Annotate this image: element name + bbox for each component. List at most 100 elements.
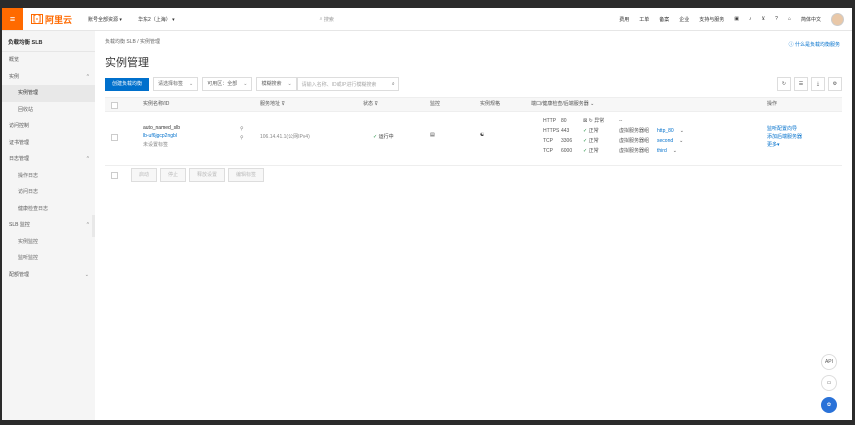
- chevron-down-icon[interactable]: ⌄: [680, 126, 684, 136]
- select-all-checkbox[interactable]: [111, 102, 118, 109]
- help-icon[interactable]: ?: [775, 16, 778, 22]
- edit-pin-icon[interactable]: ⚲: [240, 126, 244, 132]
- top-link-enterprise[interactable]: 企业: [679, 16, 689, 23]
- search-icon: ⌕: [319, 16, 323, 22]
- start-button[interactable]: 启动: [131, 168, 158, 182]
- listener-row: TCP 3306 ✓ 正常 虚拟服务器组 second ⌄: [543, 136, 684, 146]
- bell-icon[interactable]: ♪: [749, 16, 752, 22]
- service-address: 106.14.41.1(公网IPv4): [260, 134, 310, 140]
- listener-row: TCP 6000 ✓ 正常 虚拟服务器组 third ⌄: [543, 146, 677, 156]
- top-link-fee[interactable]: 费用: [619, 16, 629, 23]
- backend-link[interactable]: third: [657, 146, 667, 156]
- listener-list: HTTP 80 ⊠ ↻ 异常 -- HTTPS 443 ✓ 正常 虚拟服务器组 ht…: [543, 116, 693, 156]
- sidebar-item-overview[interactable]: 概览: [2, 52, 95, 69]
- search-type-select[interactable]: 模糊搜索 ⌄: [256, 77, 297, 91]
- tag-pin-icon[interactable]: ⚲: [240, 135, 244, 141]
- sidebar: 负载均衡 SLB 概览 实例 ^ 实例管理 回收站 访问控制 证书管理 日志管理 ^…: [2, 31, 95, 420]
- api-button[interactable]: API: [821, 354, 837, 370]
- monitor-icon[interactable]: ▤: [430, 132, 435, 138]
- sidebar-item-oplog[interactable]: 操作日志: [2, 168, 95, 185]
- gear-icon[interactable]: ⚙: [828, 77, 842, 91]
- language-selector[interactable]: 简体中文: [801, 16, 821, 23]
- create-slb-button[interactable]: 创建负载均衡: [105, 77, 150, 91]
- chevron-up-icon: ^: [86, 222, 89, 228]
- workspace-selector[interactable]: 账号全部资源 ▾: [88, 16, 122, 23]
- aliyun-logo[interactable]: [-] 阿里云: [31, 13, 72, 26]
- chevron-down-icon: ⌄: [84, 271, 89, 278]
- logo-mark: [-]: [31, 14, 43, 24]
- sidebar-item-accesslog[interactable]: 访问日志: [2, 184, 95, 201]
- global-search[interactable]: ⌕ 搜索: [320, 16, 334, 23]
- zone-filter-select[interactable]: 可用区：全部 ⌄: [202, 77, 253, 91]
- top-link-ticket[interactable]: 工单: [639, 16, 649, 23]
- home-icon[interactable]: ⌂: [788, 16, 791, 22]
- edit-tag-button[interactable]: 编辑标签: [228, 168, 265, 182]
- release-button[interactable]: 释放设置: [189, 168, 226, 182]
- screen-frame: ≡ [-] 阿里云 账号全部资源 ▾ 华东2（上海） ▾ ⌕ 搜索 费用 工单 …: [0, 0, 855, 425]
- chat-icon[interactable]: ✿: [821, 397, 837, 413]
- health-status: ✓ 正常: [583, 148, 599, 154]
- sidebar-group-monitor[interactable]: SLB 监控 ^: [2, 217, 95, 234]
- chevron-down-icon[interactable]: ⌄: [590, 101, 594, 107]
- listener-row: HTTPS 443 ✓ 正常 虚拟服务器组 http_80 ⌄: [543, 126, 684, 136]
- menu-icon[interactable]: ≡: [2, 8, 23, 30]
- tag-label[interactable]: 未设置标签: [143, 141, 168, 148]
- top-link-icp[interactable]: 备案: [659, 16, 669, 23]
- region-selector[interactable]: 华东2（上海） ▾: [138, 16, 175, 23]
- spec-icon[interactable]: ☯: [480, 132, 484, 138]
- search-icon[interactable]: ⌕: [392, 81, 395, 87]
- check-icon: ✓: [373, 134, 378, 140]
- sidebar-group-log[interactable]: 日志管理 ^: [2, 151, 95, 168]
- filter-icon[interactable]: ⊽: [374, 101, 378, 107]
- avatar[interactable]: [831, 12, 844, 26]
- backend-link[interactable]: second: [657, 136, 673, 146]
- filter-icon[interactable]: ⊽: [281, 101, 285, 107]
- instance-name: auto_named_slb: [143, 125, 180, 131]
- sidebar-group-instance[interactable]: 实例 ^: [2, 69, 95, 86]
- top-bar: ≡ [-] 阿里云 账号全部资源 ▾ 华东2（上海） ▾ ⌕ 搜索 费用 工单 …: [2, 8, 852, 31]
- table-row: auto_named_slb lb-uf6jgcp2ngbl 未设置标签 ⚲ ⚲…: [105, 111, 842, 166]
- status-running: ✓ 运行中: [373, 134, 394, 140]
- sidebar-item-acl[interactable]: 访问控制: [2, 118, 95, 135]
- sidebar-item-instance-manage[interactable]: 实例管理: [2, 85, 95, 102]
- sidebar-item-listener-monitor[interactable]: 监听监控: [2, 250, 95, 267]
- sidebar-item-healthlog[interactable]: 健康检查日志: [2, 201, 95, 218]
- main-content: 负载均衡 SLB / 实例管理 ⓘ 什么是负载均衡服务 实例管理 创建负载均衡 …: [95, 31, 852, 420]
- download-icon[interactable]: ⤓: [811, 77, 825, 91]
- table-header: 实例名称/ID 服务地址 ⊽ 状态 ⊽ 监控 端口/健康检查/后端服务器 ⌄ 实…: [105, 97, 842, 112]
- table-tools: ↻ ☰ ⤓ ⚙: [774, 77, 842, 91]
- search-placeholder: 搜索: [323, 16, 334, 23]
- listener-wizard-link[interactable]: 监听配置向导: [767, 125, 797, 132]
- cart-icon[interactable]: ⊻: [762, 16, 766, 22]
- info-icon: ⓘ: [788, 42, 794, 48]
- toolbar: 创建负载均衡 请选择标签 ⌄ 可用区：全部 ⌄ 模糊搜索 ⌄ 请输入名称、ID或IP进…: [105, 77, 399, 91]
- chevron-down-icon[interactable]: ⌄: [679, 136, 683, 146]
- bulk-select-checkbox[interactable]: [111, 171, 118, 179]
- instance-id-link[interactable]: lb-uf6jgcp2ngbl: [143, 133, 177, 139]
- doc-icon[interactable]: ▭: [821, 375, 837, 391]
- help-link[interactable]: ⓘ 什么是负载均衡服务: [789, 41, 840, 48]
- sidebar-item-instance-monitor[interactable]: 实例监控: [2, 234, 95, 251]
- sidebar-item-quota[interactable]: 配额管理 ⌄: [2, 267, 95, 284]
- col-listener: 端口/健康检查/后端服务器 ⌄: [531, 101, 595, 107]
- logo-text: 阿里云: [45, 14, 73, 25]
- sidebar-item-recycle[interactable]: 回收站: [2, 102, 95, 119]
- tag-filter-select[interactable]: 请选择标签 ⌄: [153, 77, 199, 91]
- chevron-down-icon[interactable]: ⌄: [673, 146, 677, 156]
- refresh-icon[interactable]: ↻: [777, 77, 791, 91]
- page-title: 实例管理: [105, 57, 149, 69]
- row-checkbox[interactable]: [111, 134, 118, 141]
- add-backend-link[interactable]: 添加后端服务器: [767, 133, 802, 140]
- sidebar-item-cert[interactable]: 证书管理: [2, 135, 95, 152]
- screen-icon[interactable]: ▣: [734, 16, 739, 22]
- list-settings-icon[interactable]: ☰: [794, 77, 808, 91]
- stop-button[interactable]: 停止: [160, 168, 187, 182]
- col-status: 状态 ⊽: [363, 101, 379, 107]
- refresh-icon[interactable]: ↻: [589, 118, 593, 124]
- health-status: ✓ 正常: [583, 138, 599, 144]
- search-input[interactable]: 请输入名称、ID或IP进行模糊搜索 ⌕: [296, 77, 399, 91]
- top-link-support[interactable]: 支持与服务: [699, 16, 724, 23]
- more-actions-link[interactable]: 更多▾: [767, 141, 780, 148]
- backend-link[interactable]: http_80: [657, 126, 674, 136]
- health-status: ⊠ ↻ 异常: [583, 118, 605, 124]
